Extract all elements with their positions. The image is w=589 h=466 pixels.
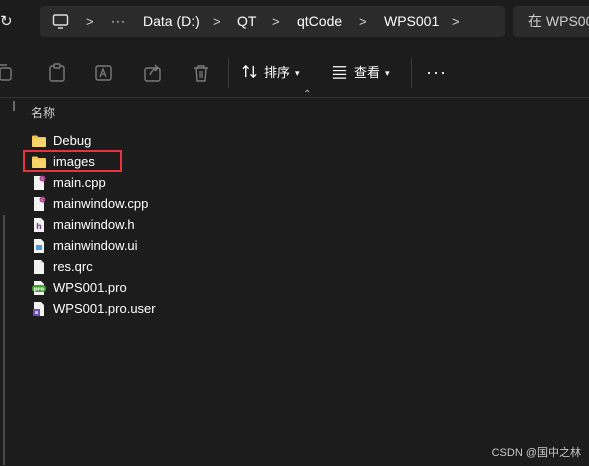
- view-button[interactable]: 查看 ▾: [331, 58, 390, 88]
- chevron-right-icon[interactable]: >: [272, 6, 280, 37]
- header-divider: [0, 97, 589, 98]
- svg-text:pro: pro: [34, 286, 45, 292]
- breadcrumb-qtcode[interactable]: qtCode: [297, 6, 342, 37]
- breadcrumb-overflow[interactable]: ···: [111, 6, 126, 37]
- svg-text:h: h: [36, 222, 42, 231]
- file-name: mainwindow.h: [53, 217, 135, 232]
- breadcrumb-wps001[interactable]: WPS001: [384, 6, 439, 37]
- sort-icon: [242, 64, 257, 79]
- view-label: 查看: [354, 65, 381, 80]
- chevron-right-icon[interactable]: >: [452, 6, 460, 37]
- file-name: res.qrc: [53, 259, 93, 274]
- header-file-icon: h: [34, 217, 44, 232]
- sort-label: 排序: [264, 65, 291, 80]
- file-row-main-cpp[interactable]: c main.cpp: [31, 172, 106, 193]
- file-row-mainwindow-h[interactable]: h mainwindow.h: [31, 214, 135, 235]
- file-row-res-qrc[interactable]: res.qrc: [31, 256, 93, 277]
- share-icon[interactable]: [142, 62, 164, 84]
- folder-icon: [32, 135, 46, 147]
- chevron-right-icon: >: [86, 14, 94, 29]
- more-options-button[interactable]: ···: [426, 58, 446, 88]
- nav-pane-scrollbar[interactable]: [3, 215, 5, 465]
- chevron-right-icon[interactable]: >: [213, 6, 221, 37]
- refresh-icon[interactable]: ↻: [0, 12, 12, 32]
- file-name: mainwindow.cpp: [53, 196, 149, 211]
- copy-icon[interactable]: [0, 62, 16, 84]
- sort-button[interactable]: 排序 ▾: [241, 58, 300, 88]
- sort-ascending-icon: ⌃: [303, 89, 312, 100]
- column-header-name[interactable]: 名称: [31, 104, 55, 121]
- file-name: WPS001.pro.user: [53, 301, 156, 316]
- file-row-mainwindow-ui[interactable]: mainwindow.ui: [31, 235, 138, 256]
- breadcrumb-qt[interactable]: QT: [237, 6, 256, 37]
- toolbar-divider: [411, 58, 412, 88]
- chevron-down-icon: ▾: [295, 68, 300, 78]
- breadcrumb-drive[interactable]: Data (D:): [143, 6, 200, 37]
- watermark: CSDN @国中之林: [491, 447, 581, 459]
- computer-icon[interactable]: [52, 13, 69, 30]
- file-name: mainwindow.ui: [53, 238, 138, 253]
- file-name: main.cpp: [53, 175, 106, 190]
- file-row-mainwindow-cpp[interactable]: c mainwindow.cpp: [31, 193, 148, 214]
- file-row-wps001-pro[interactable]: pro WPS001.pro: [31, 277, 127, 298]
- search-box[interactable]: 在 WPS001: [513, 6, 589, 37]
- ui-file-icon: [34, 238, 44, 253]
- svg-text:c: c: [41, 176, 43, 181]
- cpp-file-icon: c: [34, 175, 46, 190]
- blank-file-icon: [34, 259, 44, 274]
- file-row-debug[interactable]: Debug: [31, 130, 91, 151]
- file-name: Debug: [53, 133, 92, 148]
- file-name: WPS001.pro: [53, 280, 127, 295]
- cpp-file-icon: c: [34, 196, 46, 211]
- paste-icon[interactable]: [46, 62, 68, 84]
- chevron-down-icon: ▾: [385, 68, 390, 78]
- user-file-icon: [33, 301, 44, 316]
- toolbar-divider: [228, 58, 229, 88]
- rename-icon[interactable]: [93, 62, 115, 84]
- delete-icon[interactable]: [190, 62, 212, 84]
- pro-file-icon: pro: [32, 280, 46, 295]
- chevron-right-icon[interactable]: >: [359, 6, 367, 37]
- list-view-icon: [332, 66, 347, 79]
- nav-pane-edge: [13, 101, 15, 111]
- svg-text:c: c: [41, 197, 43, 202]
- address-bar[interactable]: > ··· Data (D:) > QT > qtCode > WPS001 >: [40, 6, 505, 37]
- search-placeholder: 在 WPS001: [528, 13, 589, 29]
- file-row-wps001-pro-user[interactable]: WPS001.pro.user: [31, 298, 156, 319]
- highlight-box: [23, 150, 122, 172]
